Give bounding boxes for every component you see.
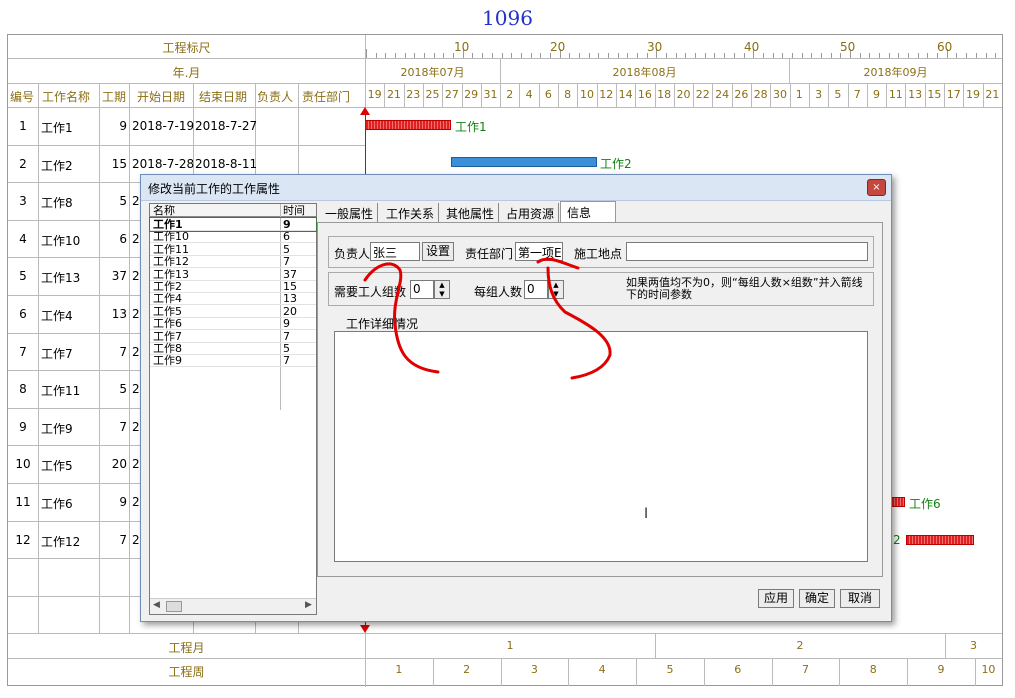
annotation-scribbles: [363, 257, 612, 380]
